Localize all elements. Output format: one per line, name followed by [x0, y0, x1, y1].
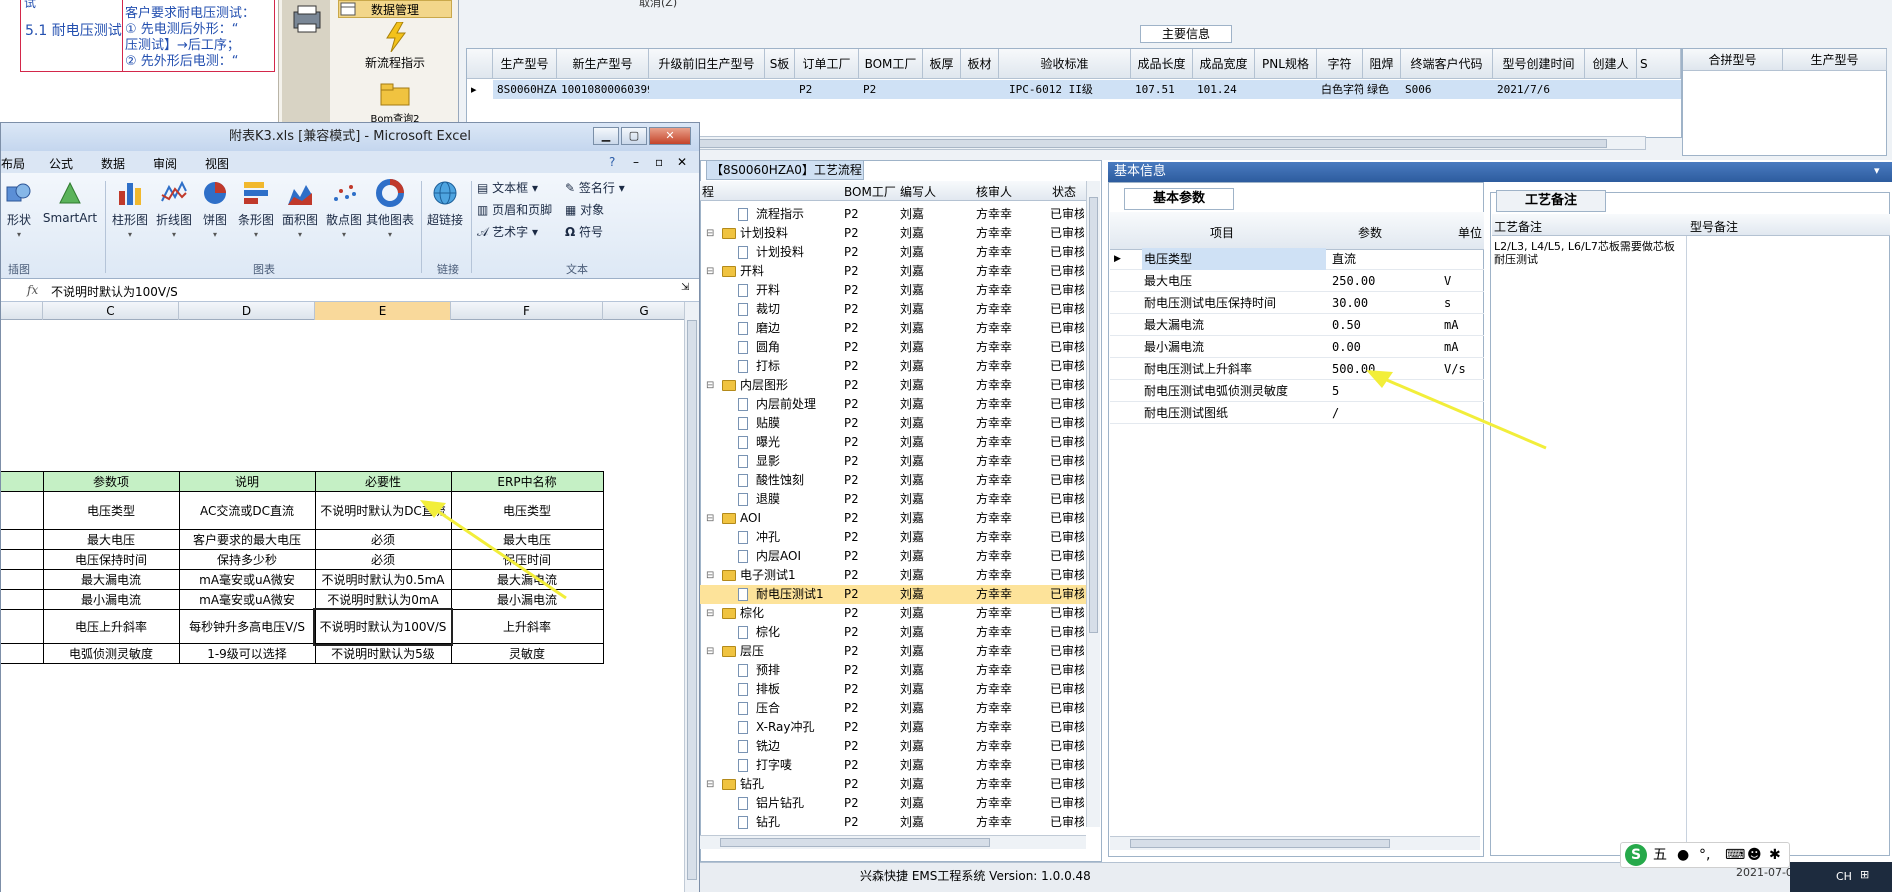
annotation-arrows	[420, 370, 1547, 600]
arrow-excel	[420, 500, 567, 600]
arrow-param	[1366, 370, 1547, 450]
